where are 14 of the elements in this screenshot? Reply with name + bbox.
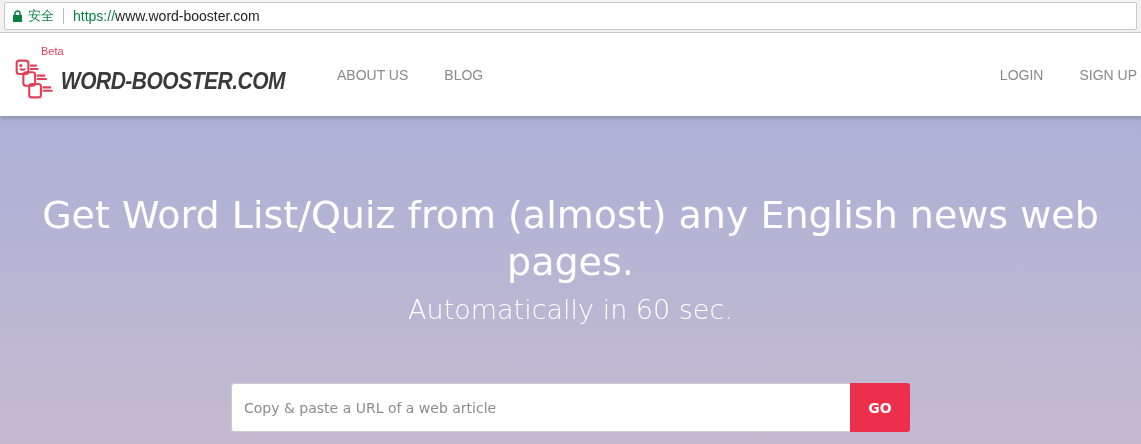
nav-link[interactable]: LOGIN xyxy=(999,66,1044,83)
security-label: 安全 xyxy=(28,7,54,25)
url-input[interactable]: Copy & paste a URL of a web article xyxy=(231,383,850,432)
beta-label: Beta xyxy=(41,44,64,57)
go-button[interactable]: GO xyxy=(850,383,910,432)
hero-title: Get Word List/Quiz from (almost) any English news web pages. xyxy=(41,192,1100,286)
url-scheme: https:// xyxy=(73,8,116,24)
nav-link[interactable]: ABOUT US xyxy=(337,66,409,83)
url-host: www.word-booster.com xyxy=(115,8,260,24)
hero-subtitle: Automatically in 60 sec. xyxy=(408,294,733,325)
nav-link[interactable]: SIGN UP xyxy=(1079,66,1137,83)
nav-link[interactable]: BLOG xyxy=(444,66,484,83)
logo-wordmark: WORD-BOOSTER.COM xyxy=(60,67,285,94)
address-bar[interactable]: 安全 https://www.word-booster.com xyxy=(4,2,1137,30)
